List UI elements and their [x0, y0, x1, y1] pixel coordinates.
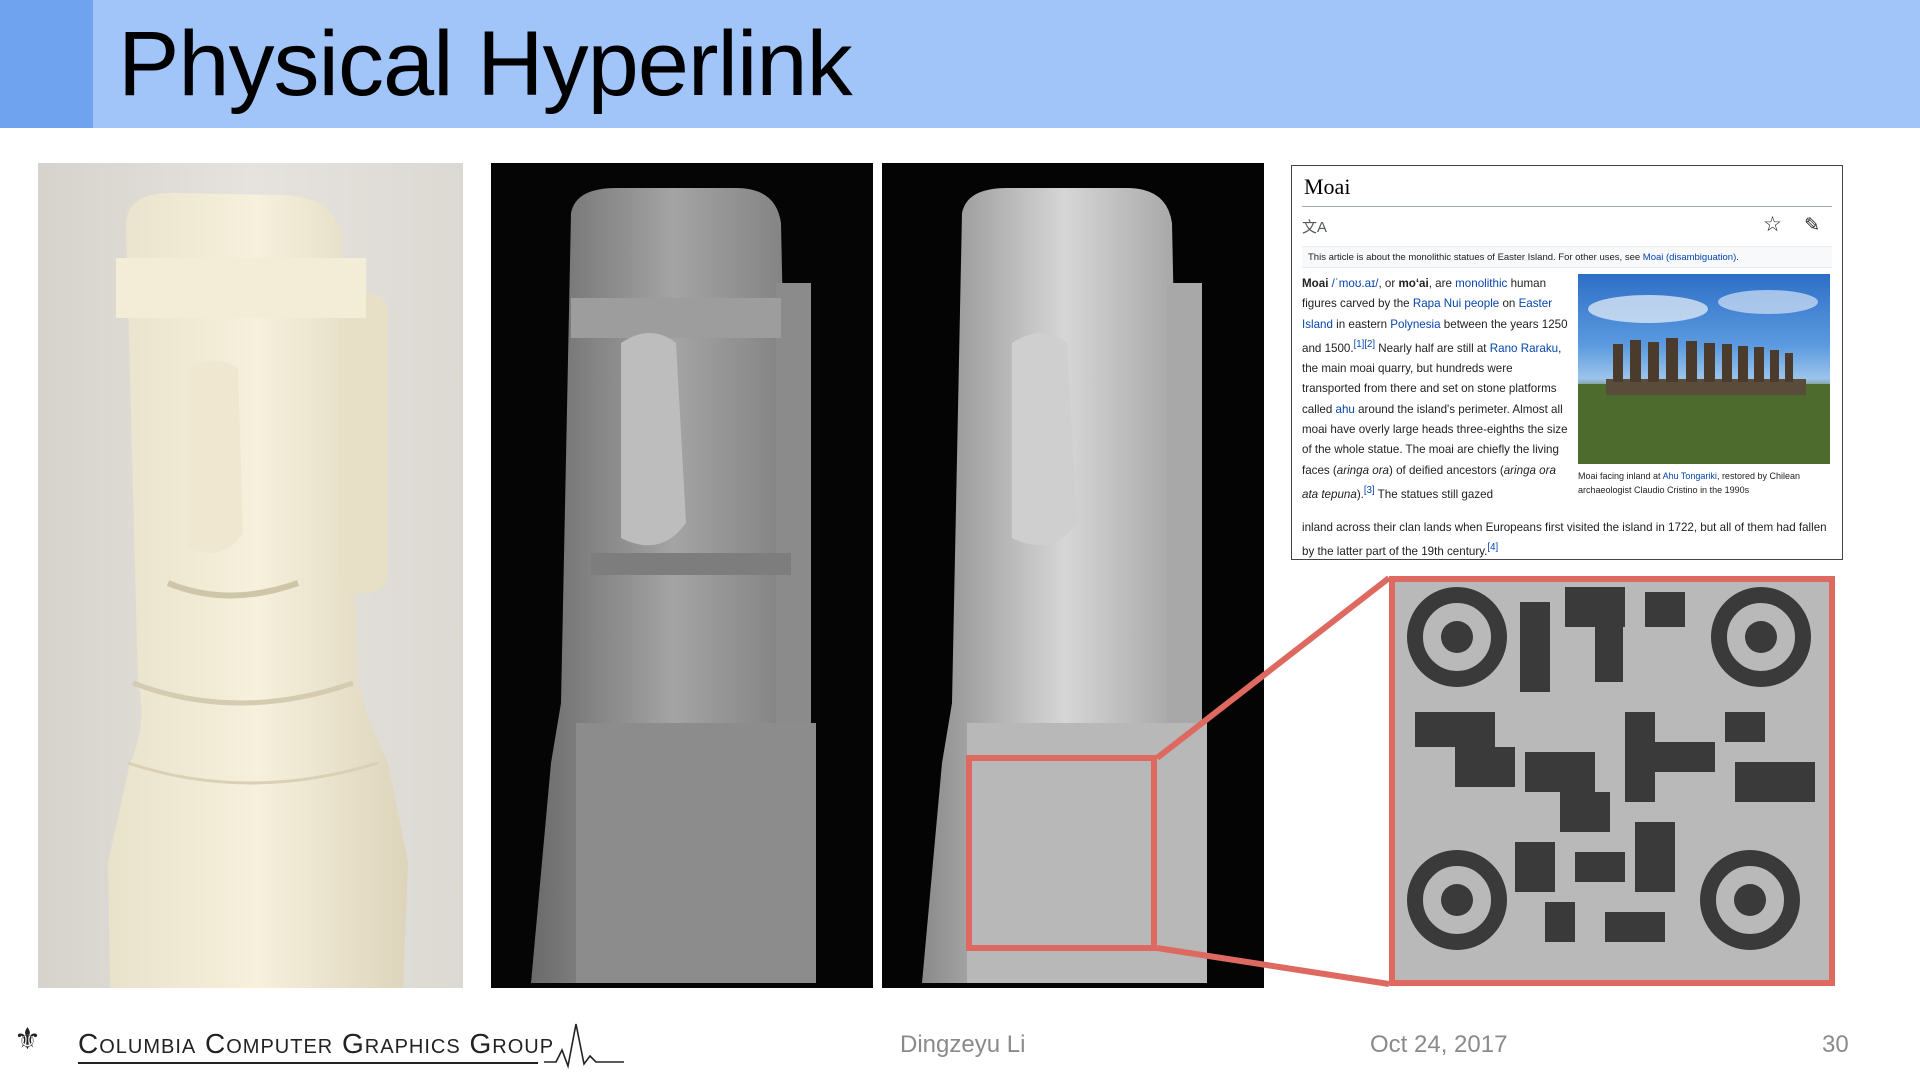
page-number: 30 — [1822, 1031, 1849, 1058]
body-text: , or — [1378, 277, 1399, 290]
lab-name: Columbia Computer Graphics Group — [78, 1028, 555, 1059]
wiki-image-caption: Moai facing inland at Ahu Tongariki, res… — [1578, 469, 1834, 497]
moai-ir-figure-1 — [531, 188, 816, 983]
wiki-title-rule — [1302, 206, 1832, 207]
zoomed-marker-image — [1389, 576, 1835, 986]
body-term-alt: moʻai — [1398, 277, 1429, 290]
ref-1-2[interactable]: [1][2] — [1354, 339, 1375, 350]
moai-photo — [38, 163, 463, 988]
zoomed-marker-figure — [1395, 582, 1829, 980]
link-monolithic[interactable]: monolithic — [1455, 277, 1507, 290]
link-polynesia[interactable]: Polynesia — [1390, 318, 1440, 331]
translate-icon[interactable]: 文A — [1302, 216, 1327, 237]
body-text: on — [1499, 297, 1519, 311]
link-ahu-tongariki[interactable]: Ahu Tongariki — [1663, 471, 1717, 481]
link-rapa-nui[interactable]: Rapa Nui people — [1413, 297, 1499, 310]
body-text: Nearly half are still at — [1375, 341, 1490, 355]
wiki-body-continued: inland across their clan lands when Euro… — [1302, 518, 1832, 562]
body-text: in eastern — [1332, 317, 1391, 331]
lab-crest-icon: ⚜ — [14, 1023, 41, 1056]
title-accent — [0, 0, 93, 128]
link-rano-raraku[interactable]: Rano Raraku — [1490, 342, 1558, 355]
lab-logo: ⚜ Columbia Computer Graphics Group — [14, 1020, 624, 1070]
wiki-moai-photo-figure — [1578, 290, 1830, 464]
moai-photo-figure — [108, 192, 408, 988]
body-text: , are — [1428, 277, 1456, 290]
wiki-toolbar: 文A ☆ ✎ — [1302, 212, 1832, 242]
wiki-moai-photo[interactable] — [1578, 274, 1830, 464]
pulse-line-icon — [544, 1023, 624, 1069]
ref-4[interactable]: [4] — [1487, 542, 1498, 553]
link-ahu[interactable]: ahu — [1336, 403, 1355, 416]
caption-text: Moai facing inland at — [1578, 471, 1663, 481]
wikipedia-snippet: Moai 文A ☆ ✎ This article is about the mo… — [1291, 165, 1843, 560]
body-text: ) of deified ancestors ( — [1389, 463, 1504, 477]
star-icon[interactable]: ☆ — [1763, 212, 1782, 237]
footer-author: Dingzeyu Li — [900, 1031, 1026, 1058]
footer-date: Oct 24, 2017 — [1370, 1031, 1508, 1058]
moai-ir-image-2 — [882, 163, 1264, 988]
hatnote-end: . — [1736, 252, 1739, 263]
body-text: inland across their clan lands when Euro… — [1302, 521, 1827, 559]
wiki-hatnote: This article is about the monolithic sta… — [1302, 246, 1832, 268]
title-bar: Physical Hyperlink — [0, 0, 1920, 128]
body-italic: aringa ora — [1336, 463, 1390, 477]
pencil-icon[interactable]: ✎ — [1804, 214, 1820, 237]
hatnote-link[interactable]: Moai (disambiguation) — [1643, 252, 1736, 263]
body-text: The statues still gazed — [1374, 487, 1494, 501]
ref-3[interactable]: [3] — [1364, 485, 1375, 496]
hatnote-text: This article is about the monolithic sta… — [1308, 252, 1643, 263]
body-text: ). — [1356, 487, 1364, 501]
body-term: Moai — [1302, 277, 1329, 290]
moai-ir-figure-2 — [922, 188, 1207, 983]
slide-title: Physical Hyperlink — [118, 13, 853, 115]
moai-ir-image-1 — [491, 163, 873, 988]
body-pronunciation-link[interactable]: /ˈmoʊ.aɪ/ — [1332, 277, 1379, 290]
wiki-body-text: Moai /ˈmoʊ.aɪ/, or moʻai, are monolithic… — [1302, 274, 1574, 505]
wiki-title: Moai — [1304, 174, 1351, 199]
logo-underline — [78, 1062, 538, 1064]
